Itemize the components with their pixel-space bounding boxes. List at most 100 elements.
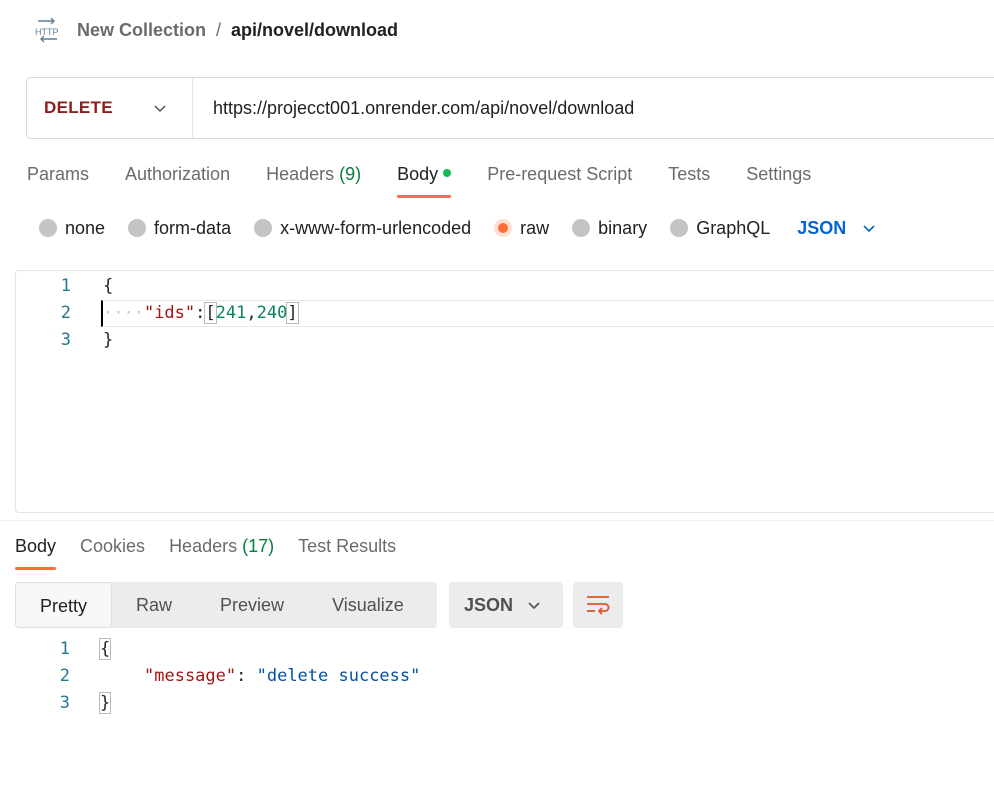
whitespace-marker: ···· bbox=[103, 303, 144, 323]
json-number: 240 bbox=[256, 303, 288, 323]
modified-indicator bbox=[443, 169, 452, 178]
code-line: 1 { bbox=[16, 273, 994, 300]
code-text: { bbox=[103, 276, 114, 296]
code-text: ····"ids":[241,240] bbox=[103, 300, 299, 327]
tab-params[interactable]: Params bbox=[27, 160, 89, 198]
response-view-mode: Pretty Raw Preview Visualize bbox=[15, 582, 437, 628]
code-text: } bbox=[98, 690, 112, 717]
tab-settings[interactable]: Settings bbox=[746, 160, 811, 198]
tab-pre-request-script[interactable]: Pre-request Script bbox=[487, 160, 632, 198]
tab-count: (17) bbox=[242, 536, 275, 556]
json-colon: : bbox=[236, 666, 257, 686]
pane-divider[interactable] bbox=[0, 520, 994, 521]
radio-label: none bbox=[65, 217, 106, 238]
breadcrumb-separator: / bbox=[216, 19, 222, 40]
tab-authorization[interactable]: Authorization bbox=[125, 160, 230, 198]
json-colon: : bbox=[195, 303, 206, 323]
wrap-lines-button[interactable] bbox=[573, 582, 623, 628]
url-input[interactable]: https://projecct001.onrender.com/api/nov… bbox=[193, 98, 634, 119]
view-raw-button[interactable]: Raw bbox=[112, 582, 196, 628]
code-text: { bbox=[98, 636, 112, 663]
tab-label: Headers bbox=[266, 164, 335, 184]
request-name[interactable]: api/novel/download bbox=[231, 20, 398, 41]
radio-circle-selected bbox=[494, 219, 513, 237]
response-body-viewer[interactable]: 1 { 2 "message": "delete success" 3 } bbox=[15, 636, 994, 806]
json-string: "delete success" bbox=[256, 666, 421, 686]
json-key: "message" bbox=[144, 666, 237, 686]
tab-label: Body bbox=[397, 164, 439, 184]
wrap-lines-icon bbox=[587, 596, 610, 615]
radio-circle bbox=[128, 219, 147, 237]
http-icon: HTTP bbox=[35, 17, 59, 43]
response-tabs: Body Cookies Headers (17) Test Results bbox=[15, 532, 420, 572]
code-line: 1 { bbox=[15, 636, 994, 663]
code-line-active: 2 ····"ids":[241,240] bbox=[16, 300, 994, 327]
tab-label: Headers bbox=[169, 536, 238, 556]
radio-label: form-data bbox=[154, 217, 232, 238]
tab-label: Tests bbox=[668, 164, 711, 184]
json-comma: , bbox=[246, 303, 257, 323]
tab-label: Cookies bbox=[80, 536, 146, 556]
request-tabs: Params Authorization Headers (9) Body Pr… bbox=[27, 160, 847, 200]
tab-label: Authorization bbox=[125, 164, 231, 184]
format-label: JSON bbox=[464, 594, 514, 615]
svg-text:HTTP: HTTP bbox=[35, 27, 59, 37]
tab-label: Test Results bbox=[298, 536, 397, 556]
code-text: } bbox=[103, 330, 114, 350]
json-number: 241 bbox=[215, 303, 247, 323]
tab-response-headers[interactable]: Headers (17) bbox=[169, 532, 274, 570]
method-select[interactable]: DELETE bbox=[27, 78, 193, 138]
method-label: DELETE bbox=[44, 98, 113, 117]
radio-circle bbox=[670, 219, 689, 237]
language-select[interactable]: JSON bbox=[797, 218, 876, 239]
tab-tests[interactable]: Tests bbox=[668, 160, 710, 198]
breadcrumb: HTTP New Collection / api/novel/download bbox=[34, 16, 398, 44]
line-number: 1 bbox=[59, 639, 70, 659]
tab-headers[interactable]: Headers (9) bbox=[266, 160, 361, 198]
radio-raw[interactable]: raw bbox=[494, 218, 549, 239]
view-pretty-button[interactable]: Pretty bbox=[15, 582, 113, 628]
radio-label: x-www-form-urlencoded bbox=[280, 217, 472, 238]
line-number: 2 bbox=[59, 666, 70, 686]
tab-cookies[interactable]: Cookies bbox=[80, 532, 145, 570]
radio-label: raw bbox=[520, 217, 550, 238]
request-body-editor[interactable]: 1 { 2 ····"ids":[241,240] 3 } bbox=[15, 270, 994, 513]
tab-count: (9) bbox=[339, 164, 362, 184]
tab-label: Params bbox=[27, 164, 90, 184]
line-number: 1 bbox=[60, 276, 71, 296]
json-brace: } bbox=[98, 692, 112, 714]
json-bracket: [ bbox=[204, 302, 217, 324]
radio-none[interactable]: none bbox=[39, 218, 105, 239]
collection-link[interactable]: New Collection bbox=[77, 20, 206, 41]
radio-circle bbox=[39, 219, 57, 237]
tab-body[interactable]: Body bbox=[397, 160, 452, 198]
chevron-down-icon bbox=[154, 105, 166, 113]
json-key: "ids" bbox=[143, 303, 196, 323]
code-text: "message": "delete success" bbox=[144, 663, 420, 690]
chevron-down-icon bbox=[863, 225, 875, 233]
radio-circle bbox=[572, 219, 591, 237]
code-line: 3 } bbox=[15, 690, 994, 717]
json-brace: { bbox=[98, 638, 112, 660]
radio-x-www-form-urlencoded[interactable]: x-www-form-urlencoded bbox=[254, 218, 471, 239]
response-format-select[interactable]: JSON bbox=[449, 582, 563, 628]
radio-circle bbox=[254, 219, 273, 237]
json-bracket: ] bbox=[286, 302, 299, 324]
radio-form-data[interactable]: form-data bbox=[128, 218, 231, 239]
tab-test-results[interactable]: Test Results bbox=[298, 532, 396, 570]
body-type-selector: none form-data x-www-form-urlencoded raw… bbox=[39, 214, 876, 242]
radio-binary[interactable]: binary bbox=[572, 218, 647, 239]
code-line: 2 "message": "delete success" bbox=[15, 663, 994, 690]
tab-label: Pre-request Script bbox=[487, 164, 633, 184]
chevron-down-icon bbox=[528, 602, 540, 610]
line-number: 3 bbox=[60, 330, 71, 350]
tab-label: Settings bbox=[746, 164, 812, 184]
code-line: 3 } bbox=[16, 327, 994, 354]
line-number: 3 bbox=[59, 693, 70, 713]
tab-label: Body bbox=[15, 536, 57, 556]
radio-graphql[interactable]: GraphQL bbox=[670, 218, 770, 239]
view-preview-button[interactable]: Preview bbox=[196, 582, 308, 628]
view-visualize-button[interactable]: Visualize bbox=[308, 582, 428, 628]
line-number: 2 bbox=[60, 303, 71, 323]
tab-response-body[interactable]: Body bbox=[15, 532, 57, 570]
